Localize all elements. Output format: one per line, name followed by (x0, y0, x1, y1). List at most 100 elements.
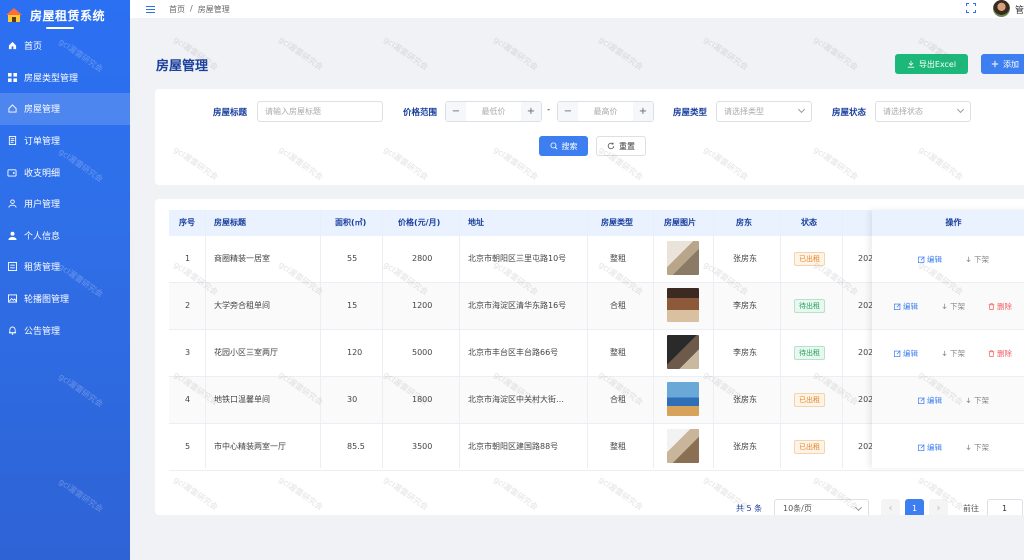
menu-toggle-icon[interactable] (146, 5, 155, 13)
sidebar-item-house[interactable]: 房屋管理 (0, 93, 130, 125)
actions-cell: 编辑 下架 (872, 424, 1024, 471)
arrow-down-icon (966, 397, 971, 404)
column-header-area: 面积(㎡) (335, 218, 367, 227)
action-label: 编辑 (903, 349, 918, 358)
avatar[interactable] (993, 0, 1010, 17)
edit-button[interactable]: 编辑 (918, 395, 942, 406)
house-thumbnail[interactable] (667, 288, 699, 322)
row-price: 5000 (412, 348, 433, 357)
reset-label: 重置 (619, 141, 635, 151)
row-title: 地铁口温馨单间 (214, 395, 270, 404)
column-header-title: 房屋标题 (214, 218, 246, 227)
export-excel-button[interactable]: 导出Excel (895, 54, 968, 74)
edit-button[interactable]: 编辑 (918, 254, 942, 265)
sidebar-item-home[interactable]: 首页 (0, 30, 130, 62)
row-no: 5 (185, 442, 191, 451)
max-price-stepper[interactable]: − 最高价 + (557, 101, 654, 122)
price-range-label: 价格范围 (403, 108, 438, 118)
status-select[interactable]: 请选择状态 (875, 101, 971, 122)
add-house-button[interactable]: 添加 (981, 54, 1024, 74)
row-area: 120 (347, 348, 363, 357)
sidebar: 房屋租赁系统 首页 房屋类型管理 房屋管理 订单管理 收支明细 用户管理 个人信… (0, 0, 130, 560)
min-price-stepper[interactable]: − 最低价 + (445, 101, 542, 122)
action-label: 编辑 (903, 302, 918, 311)
sidebar-item-notice[interactable]: 公告管理 (0, 314, 130, 346)
page-number-button[interactable]: 1 (905, 499, 924, 515)
minus-icon[interactable]: − (558, 102, 578, 121)
status-badge: 已出租 (794, 252, 825, 266)
delete-button[interactable]: 删除 (988, 301, 1012, 312)
type-placeholder: 请选择类型 (724, 107, 764, 116)
row-price: 1200 (412, 301, 433, 310)
chevron-down-icon (956, 105, 965, 114)
unpublish-button[interactable]: 下架 (941, 348, 965, 359)
minus-icon[interactable]: − (446, 102, 466, 121)
bell-icon (7, 325, 17, 335)
breadcrumb-home[interactable]: 首页 (169, 4, 185, 15)
row-no: 3 (185, 348, 191, 357)
plus-icon[interactable]: + (521, 102, 541, 121)
grid-icon (7, 72, 17, 82)
goto-page-input[interactable]: 1 (987, 499, 1023, 515)
goto-value: 1 (1002, 504, 1008, 513)
edit-button[interactable]: 编辑 (894, 348, 918, 359)
arrow-down-icon (942, 303, 947, 310)
watermark: gcl渥雷研究会 (492, 34, 540, 73)
row-no: 1 (185, 254, 191, 263)
delete-button[interactable]: 删除 (988, 348, 1012, 359)
search-label: 搜索 (561, 141, 578, 151)
house-thumbnail[interactable] (667, 335, 699, 369)
sidebar-item-profile[interactable]: 个人信息 (0, 220, 130, 252)
row-title: 市中心精装两室一厅 (214, 442, 286, 451)
edit-button[interactable]: 编辑 (918, 442, 942, 453)
sidebar-item-label: 收支明细 (24, 168, 61, 179)
row-area: 85.5 (347, 442, 365, 451)
house-thumbnail[interactable] (667, 382, 699, 416)
edit-icon (894, 303, 901, 310)
house-icon (7, 104, 17, 114)
row-address: 北京市海淀区清华东路16号 (468, 301, 567, 310)
plus-icon[interactable]: + (633, 102, 653, 121)
house-thumbnail[interactable] (667, 429, 699, 463)
sidebar-item-orders[interactable]: 订单管理 (0, 125, 130, 157)
download-icon (907, 60, 915, 68)
unpublish-button[interactable]: 下架 (965, 442, 989, 453)
home-icon (7, 41, 17, 51)
row-title: 花园小区三室两厅 (214, 348, 278, 357)
sidebar-item-house-type[interactable]: 房屋类型管理 (0, 62, 130, 94)
sidebar-item-finance[interactable]: 收支明细 (0, 156, 130, 188)
action-label: 下架 (950, 349, 965, 358)
watermark: gcl渥雷研究会 (382, 34, 430, 73)
edit-button[interactable]: 编辑 (894, 301, 918, 312)
search-button[interactable]: 搜索 (539, 136, 588, 156)
row-address: 北京市朝阳区建国路88号 (468, 442, 559, 451)
sidebar-item-rental[interactable]: 租赁管理 (0, 251, 130, 283)
next-page-button[interactable]: › (929, 499, 948, 515)
page-size-select[interactable]: 10条/页 (774, 499, 869, 515)
fullscreen-icon[interactable] (966, 3, 976, 13)
brand: 房屋租赁系统 (0, 0, 130, 30)
type-filter-label: 房屋类型 (673, 108, 708, 118)
action-label: 下架 (974, 396, 989, 405)
unpublish-button[interactable]: 下架 (941, 301, 965, 312)
status-badge: 已出租 (794, 440, 825, 454)
unpublish-button[interactable]: 下架 (965, 395, 989, 406)
house-thumbnail[interactable] (667, 241, 699, 275)
status-placeholder: 请选择状态 (883, 107, 923, 116)
prev-page-button[interactable]: ‹ (881, 499, 900, 515)
row-area: 30 (347, 395, 358, 404)
actions-cell: 编辑 下架 (872, 236, 1024, 283)
sidebar-item-users[interactable]: 用户管理 (0, 188, 130, 220)
row-type: 整租 (610, 442, 626, 451)
row-date: 202 (858, 395, 874, 404)
type-select[interactable]: 请选择类型 (716, 101, 812, 122)
row-landlord: 李房东 (733, 301, 757, 310)
user-name[interactable]: 管 (1015, 3, 1024, 16)
action-label: 下架 (950, 302, 965, 311)
unpublish-button[interactable]: 下架 (965, 254, 989, 265)
reset-button[interactable]: 重置 (596, 136, 646, 156)
title-search-input[interactable]: 请输入房屋标题 (257, 101, 383, 122)
row-date: 202 (858, 301, 874, 310)
sidebar-item-carousel[interactable]: 轮播图管理 (0, 283, 130, 315)
pagination-total: 共 5 条 (736, 504, 763, 513)
